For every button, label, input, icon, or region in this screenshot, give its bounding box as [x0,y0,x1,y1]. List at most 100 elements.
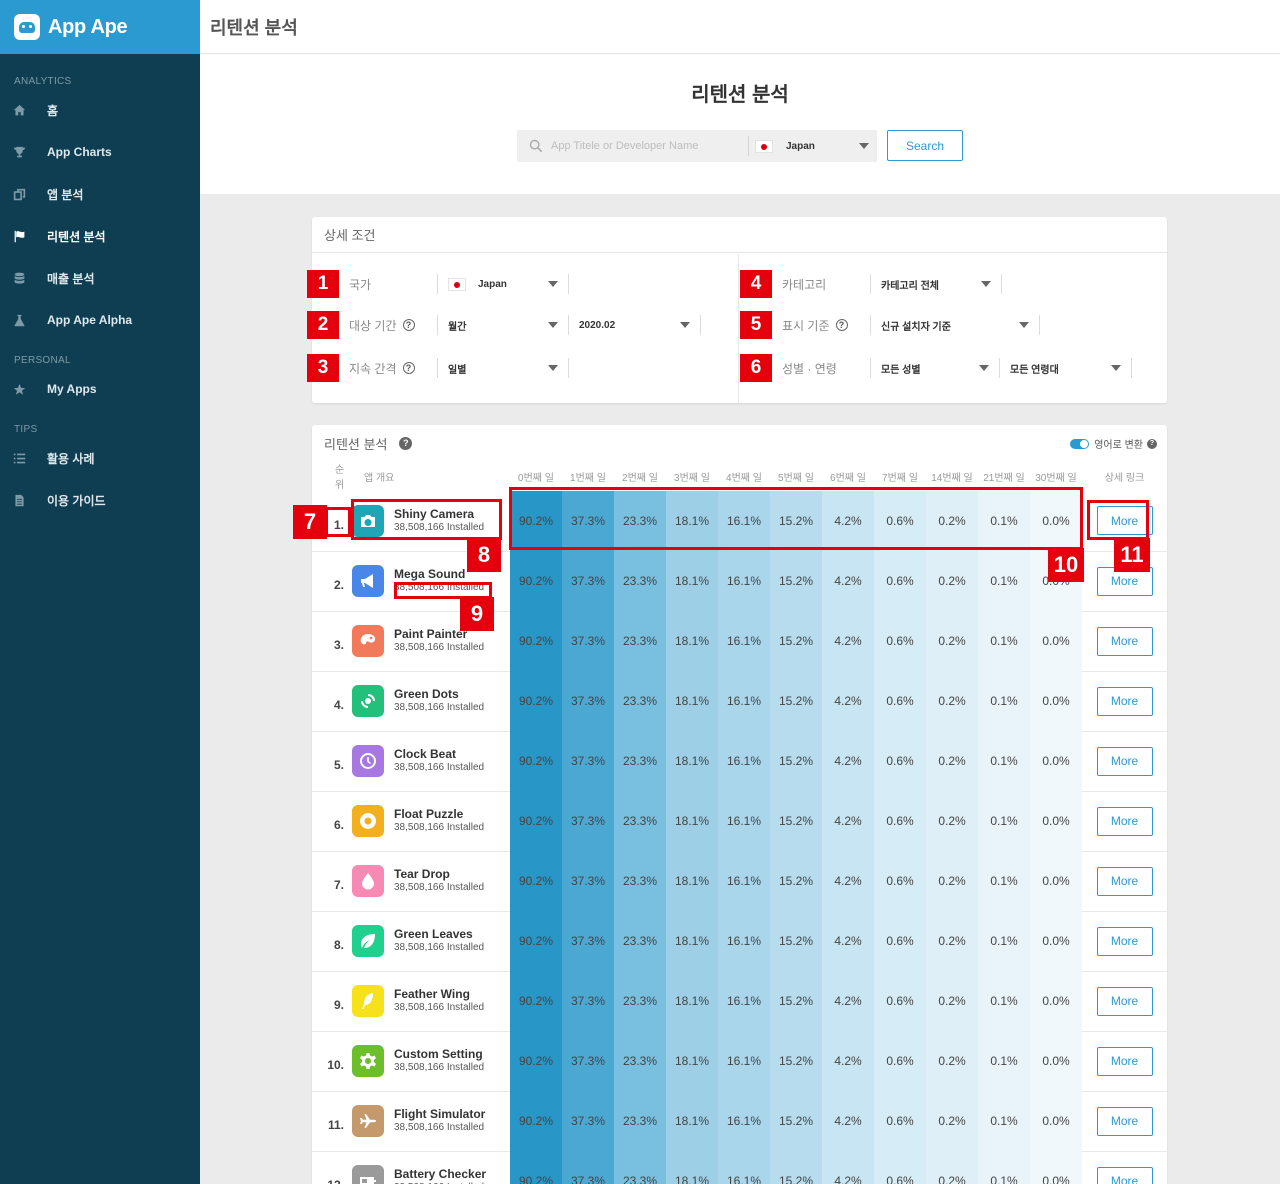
table-row: 8. Green Leaves 38,508,166 Installed 90.2% 3… [312,911,1167,972]
chevron-down-icon [548,281,558,287]
more-button[interactable]: More [1096,506,1153,536]
retention-card-header: 리텐션 분석 ? 영어로 변환 ? [312,425,1167,461]
search-button[interactable]: Search [887,130,963,161]
filter-select[interactable]: 카테고리 전체 [870,274,1002,294]
retention-value-cell: 0.1% [978,1091,1030,1151]
retention-value-cell: 16.1% [718,491,770,551]
search-box: Japan [517,130,877,162]
app-summary-cell[interactable]: Clock Beat 38,508,166 Installed [352,731,510,792]
more-button[interactable]: More [1096,866,1153,896]
annotation-marker-2: 2 [307,311,339,339]
retention-value-cell: 0.2% [926,731,978,791]
filter-select[interactable]: 2020.02 [569,315,701,335]
country-select[interactable]: Japan [755,139,877,153]
sidebar-item-4-0[interactable]: 매출 분석 [0,257,200,299]
help-icon[interactable]: ? [835,319,848,331]
filter-label: 성별 · 연령 [772,360,870,377]
filter-select[interactable]: 모든 연령대 [1000,358,1132,378]
search-input[interactable] [543,131,748,161]
sidebar-item-5-0[interactable]: App Ape Alpha [0,299,200,341]
filter-select[interactable]: Japan [437,274,569,294]
chevron-down-icon [979,365,989,371]
filter-select[interactable]: 모든 성별 [870,358,1000,378]
sidebar-item-label: 리텐션 분석 [47,229,106,244]
app-name: Battery Checker [394,1167,487,1181]
detail-link-cell: More [1082,731,1167,792]
rank-cell: 2. [312,551,352,612]
japan-flag-icon [755,139,773,153]
more-button[interactable]: More [1096,626,1153,656]
filter-label: 대상 기간? [339,317,437,334]
retention-value-cell: 4.2% [822,671,874,731]
retention-value-cell: 15.2% [770,911,822,971]
app-summary-cell[interactable]: Tear Drop 38,508,166 Installed [352,851,510,912]
retention-value-cell: 37.3% [562,731,614,791]
more-button[interactable]: More [1096,746,1153,776]
more-button[interactable]: More [1096,686,1153,716]
help-icon[interactable]: ? [1147,438,1157,449]
filter-row-3: 3 지속 간격? 일별 [307,354,569,382]
filter-select[interactable]: 월간 [437,315,569,335]
sidebar-item-2-0[interactable]: 앱 분석 [0,173,200,215]
sidebar-item-1-2[interactable]: 이용 가이드 [0,479,200,521]
filter-row-1: 1 국가 Japan [307,270,569,298]
app-summary-cell[interactable]: Battery Checker38,508,166 Installed [352,1151,510,1184]
filter-select-text: 월간 [448,321,467,333]
filter-select[interactable]: 신규 설치자 기준 [870,315,1040,335]
retention-value-cell: 90.2% [510,551,562,611]
retention-value-cell: 90.2% [510,1151,562,1184]
sidebar-item-0-1[interactable]: My Apps [0,368,200,410]
retention-value-cell: 18.1% [666,1031,718,1091]
app-summary-cell[interactable]: Custom Setting 38,508,166 Installed [352,1031,510,1092]
detail-link-cell: More [1082,671,1167,732]
app-name: Custom Setting [394,1047,483,1061]
retention-value-cell: 0.6% [874,1151,926,1184]
app-summary-cell[interactable]: Flight Simulator 38,508,166 Installed [352,1091,510,1152]
retention-value-cell: 37.3% [562,791,614,851]
more-button[interactable]: More [1096,806,1153,836]
flag-icon [12,229,26,243]
col-header-link: 상세 링크 [1104,472,1145,484]
more-button[interactable]: More [1096,1166,1153,1184]
sidebar-item-0-2[interactable]: 활용 사례 [0,437,200,479]
retention-value-cell: 0.0% [1030,731,1082,791]
retention-value-cell: 18.1% [666,1151,718,1184]
retention-value-cell: 18.1% [666,671,718,731]
app-installed-count: 38,508,166 Installed [394,702,485,713]
sidebar-item-3-0[interactable]: 리텐션 분석 [0,215,200,257]
camera-icon [352,504,384,537]
filter-label-text: 대상 기간 [349,318,397,333]
help-icon[interactable]: ? [402,362,415,374]
retention-value-cell: 0.0% [1030,791,1082,851]
more-button[interactable]: More [1096,926,1153,956]
more-button[interactable]: More [1096,1046,1153,1076]
rank-cell: 8. [312,911,352,972]
sidebar-item-label: App Charts [47,145,112,159]
sidebar-item-label: 매출 분석 [47,271,95,286]
retention-value-cell: 23.3% [614,1031,666,1091]
app-summary-cell[interactable]: Feather Wing 38,508,166 Installed [352,971,510,1032]
retention-value-cell: 90.2% [510,971,562,1031]
more-button[interactable]: More [1096,986,1153,1016]
retention-value-cell: 37.3% [562,551,614,611]
brand-header[interactable]: App Ape [0,0,200,54]
retention-value-cell: 4.2% [822,551,874,611]
english-toggle[interactable] [1070,438,1090,449]
retention-value-cell: 0.6% [874,851,926,911]
app-summary-cell[interactable]: Green Leaves 38,508,166 Installed [352,911,510,972]
app-name: Green Dots [394,687,459,701]
retention-value-cell: 15.2% [770,671,822,731]
help-icon[interactable]: ? [399,436,413,450]
table-row: 11. Flight Simulator 38,508,166 Installed 9… [312,1091,1167,1152]
table-row: 9. Feather Wing 38,508,166 Installed 90.2% 3… [312,971,1167,1032]
filter-select[interactable]: 일별 [437,358,569,378]
help-icon[interactable]: ? [402,319,415,331]
retention-value-cell: 15.2% [770,971,822,1031]
palette-icon [352,625,384,657]
retention-value-cell: 0.0% [1030,971,1082,1031]
sidebar-item-0-0[interactable]: 홈 [0,89,200,131]
app-summary-cell[interactable]: Green Dots 38,508,166 Installed [352,671,510,732]
app-summary-cell[interactable]: Float Puzzle 38,508,166 Installed [352,791,510,852]
more-button[interactable]: More [1096,1106,1153,1136]
sidebar-item-1-0[interactable]: App Charts [0,131,200,173]
